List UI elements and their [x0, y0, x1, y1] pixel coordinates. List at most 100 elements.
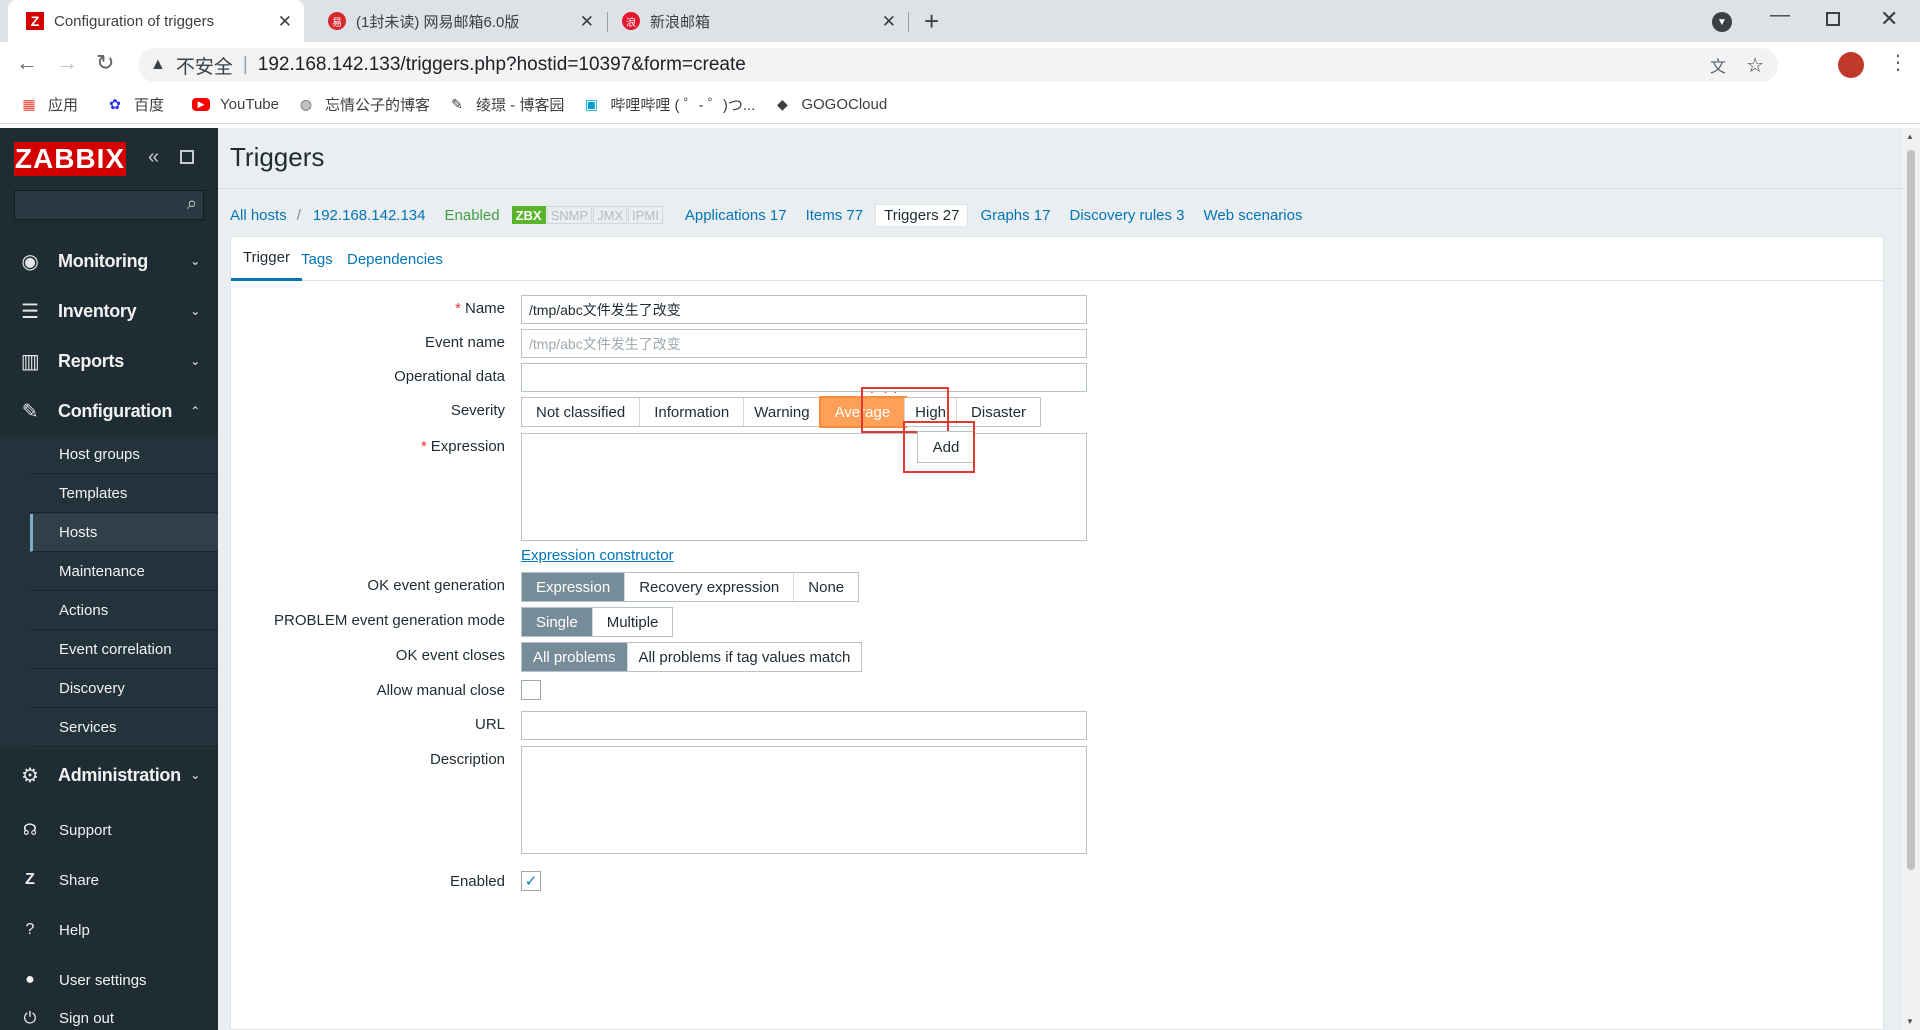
tab-search-icon[interactable]: ▼ — [1712, 12, 1732, 32]
submenu-maintenance[interactable]: Maintenance — [30, 553, 218, 591]
page-scrollbar[interactable]: ▲ ▼ — [1902, 128, 1920, 1030]
bookmark-apps[interactable]: ▦ 应用 — [20, 94, 78, 115]
close-window-icon[interactable]: ✕ — [1880, 6, 1898, 32]
bookmark-gogocloud[interactable]: ◆ GOGOCloud — [773, 96, 887, 114]
nav-discovery-rules[interactable]: Discovery rules 3 — [1069, 207, 1184, 224]
ok-gen-recovery[interactable]: Recovery expression — [625, 573, 795, 601]
chevron-down-icon: ⌄ — [190, 304, 200, 318]
tab-dependencies[interactable]: Dependencies — [347, 237, 443, 281]
menu-administration[interactable]: ⚙ Administration ⌄ — [0, 750, 218, 800]
severity-information[interactable]: Information — [640, 398, 745, 426]
headset-icon: ☊ — [22, 822, 38, 839]
severity-warning[interactable]: Warning — [744, 398, 821, 426]
expression-textarea[interactable] — [521, 433, 1087, 541]
collapse-sidebar-icon[interactable]: « — [148, 146, 159, 169]
util-help[interactable]: ? Help — [0, 910, 218, 950]
submenu-event-correlation[interactable]: Event correlation — [30, 631, 218, 669]
bookmark-youtube[interactable]: ▶ YouTube — [192, 96, 279, 113]
profile-avatar[interactable] — [1838, 52, 1864, 78]
new-tab-button[interactable]: + — [924, 6, 939, 37]
menu-configuration[interactable]: ✎ Configuration ⌃ — [0, 386, 218, 436]
ok-closes-tag-match[interactable]: All problems if tag values match — [627, 643, 862, 671]
highlight-box-add — [903, 421, 975, 473]
host-status[interactable]: Enabled — [445, 207, 500, 224]
url-input[interactable] — [521, 711, 1087, 740]
reload-icon[interactable]: ↻ — [96, 52, 114, 74]
search-icon[interactable]: ⌕ — [187, 193, 197, 214]
kiosk-mode-icon[interactable] — [180, 150, 194, 164]
nav-applications[interactable]: Applications 17 — [685, 207, 787, 224]
bookmark-cnblogs[interactable]: ✎ 绫璟 - 博客园 — [448, 94, 564, 115]
util-user-settings[interactable]: ● User settings — [0, 960, 218, 1000]
enabled-checkbox[interactable]: ✓ — [521, 871, 541, 891]
omnibox[interactable]: ▲ 不安全 | 192.168.142.133/triggers.php?hos… — [138, 48, 1778, 82]
bookmark-baidu[interactable]: ✿ 百度 — [106, 94, 164, 115]
forward-icon[interactable]: → — [56, 52, 78, 74]
submenu-templates[interactable]: Templates — [30, 475, 218, 513]
ok-gen-expression[interactable]: Expression — [522, 573, 626, 601]
bookmark-blog[interactable]: ◍ 忘情公子的博客 — [297, 94, 430, 115]
event-name-input[interactable]: /tmp/abc文件发生了改变 — [521, 329, 1087, 358]
problem-mode-single[interactable]: Single — [522, 608, 593, 636]
chevron-up-icon: ⌃ — [190, 404, 200, 418]
nav-web-scenarios[interactable]: Web scenarios — [1204, 207, 1303, 224]
restore-icon[interactable] — [1826, 12, 1840, 26]
bookmark-label: 哔哩哔哩 ( ゜- ゜)つ... — [610, 97, 756, 114]
menu-reports[interactable]: ▥ Reports ⌄ — [0, 336, 218, 386]
tab-tags[interactable]: Tags — [301, 237, 333, 281]
manual-close-checkbox[interactable] — [521, 680, 541, 700]
tab-sina-mail[interactable]: 浪 新浪邮箱 ✕ — [610, 0, 908, 42]
netease-favicon-icon: 易 — [328, 12, 346, 30]
ipmi-badge: IPMI — [628, 206, 663, 224]
close-icon[interactable]: ✕ — [882, 12, 896, 32]
bookmark-bilibili[interactable]: ▣ 哔哩哔哩 ( ゜- ゜)つ... — [582, 94, 756, 115]
expression-label: * Expression — [255, 438, 505, 455]
breadcrumb-all-hosts[interactable]: All hosts — [230, 207, 287, 224]
zabbix-logo[interactable]: ZABBIX — [14, 142, 126, 176]
sina-favicon-icon: 浪 — [622, 12, 640, 30]
close-icon[interactable]: ✕ — [278, 12, 292, 32]
submenu-services[interactable]: Services — [30, 709, 218, 747]
back-icon[interactable]: ← — [16, 52, 38, 74]
tab-trigger[interactable]: Trigger — [231, 237, 302, 281]
ok-closes-all[interactable]: All problems — [522, 643, 628, 671]
util-share[interactable]: Z Share — [0, 860, 218, 900]
wrench-icon: ✎ — [21, 400, 39, 423]
problem-mode-multiple[interactable]: Multiple — [592, 608, 673, 636]
scroll-up-arrow-icon[interactable]: ▲ — [1906, 132, 1914, 141]
submenu-host-groups[interactable]: Host groups — [30, 436, 218, 474]
util-support[interactable]: ☊ Support — [0, 810, 218, 850]
power-icon: ⏻ — [23, 1010, 37, 1027]
severity-not-classified[interactable]: Not classified — [522, 398, 641, 426]
url-text[interactable]: 192.168.142.133/triggers.php?hostid=1039… — [258, 54, 746, 76]
name-input[interactable]: /tmp/abc文件发生了改变 — [521, 295, 1087, 324]
translate-icon[interactable]: 文 — [1710, 53, 1726, 77]
scrollbar-thumb[interactable] — [1907, 150, 1915, 870]
ok-gen-none[interactable]: None — [794, 573, 859, 601]
opdata-input[interactable] — [521, 363, 1087, 392]
expression-constructor-link[interactable]: Expression constructor — [521, 547, 674, 564]
menu-monitoring[interactable]: ◉ Monitoring ⌄ — [0, 236, 218, 286]
submenu-hosts[interactable]: Hosts — [30, 514, 218, 552]
util-sign-out[interactable]: ⏻ Sign out — [0, 1010, 218, 1030]
menu-inventory[interactable]: ☰ Inventory ⌄ — [0, 286, 218, 336]
blog-icon: ✎ — [451, 96, 463, 112]
chevron-down-icon: ⌄ — [190, 354, 200, 368]
submenu-discovery[interactable]: Discovery — [30, 670, 218, 708]
nav-items[interactable]: Items 77 — [806, 207, 864, 224]
bookmark-star-icon[interactable]: ☆ — [1746, 53, 1764, 78]
description-textarea[interactable] — [521, 746, 1087, 854]
breadcrumb-host[interactable]: 192.168.142.134 — [313, 207, 426, 224]
availability-badges: ZBX SNMP JMX IPMI — [511, 206, 664, 224]
tab-163-mail[interactable]: 易 (1封未读) 网易邮箱6.0版 ✕ — [316, 0, 606, 42]
scroll-down-arrow-icon[interactable]: ▼ — [1906, 1017, 1914, 1026]
bookmark-label: 忘情公子的博客 — [324, 97, 430, 114]
menu-kebab-icon[interactable]: ⋮ — [1888, 50, 1908, 75]
tab-configuration-of-triggers[interactable]: Z Configuration of triggers ✕ — [8, 0, 304, 42]
minimize-icon[interactable]: — — [1770, 4, 1790, 27]
nav-triggers[interactable]: Triggers 27 — [875, 203, 969, 227]
close-icon[interactable]: ✕ — [580, 12, 594, 32]
submenu-actions[interactable]: Actions — [30, 592, 218, 630]
nav-graphs[interactable]: Graphs 17 — [980, 207, 1050, 224]
sidebar-search-input[interactable]: ⌕ — [14, 190, 204, 220]
